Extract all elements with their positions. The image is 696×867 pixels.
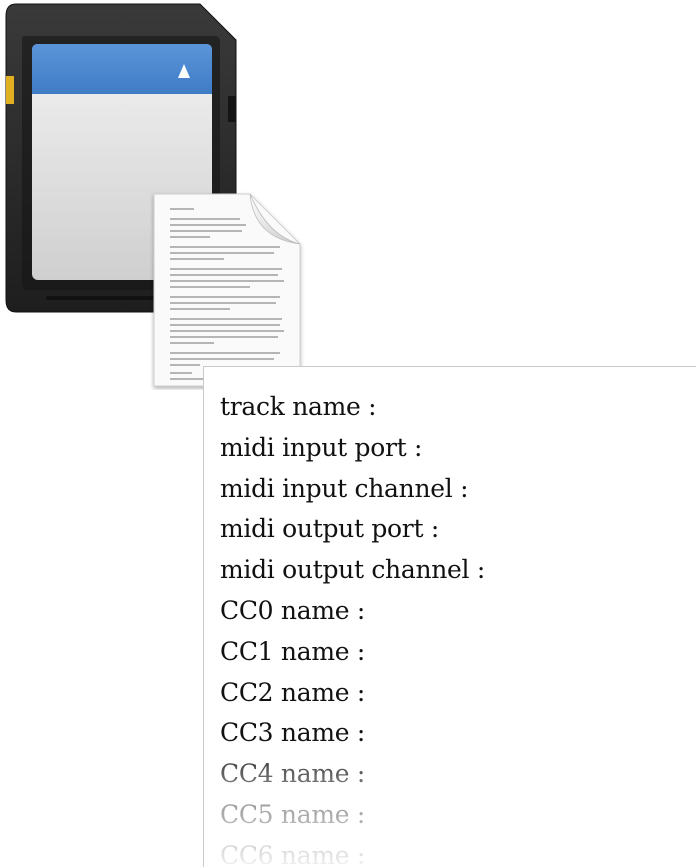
field-cc1-name: CC1 name :: [220, 636, 365, 666]
field-list: track name : midi input port : midi inpu…: [204, 367, 696, 867]
field-midi-input-channel: midi input channel :: [220, 473, 469, 503]
field-midi-output-channel: midi output channel :: [220, 555, 486, 585]
field-cc6-name: CC6 name :: [220, 840, 365, 867]
stage: track name : midi input port : midi inpu…: [0, 0, 696, 867]
field-track-name: track name :: [220, 392, 377, 421]
field-cc5-name: CC5 name :: [220, 799, 365, 829]
field-midi-output-port: midi output port :: [220, 514, 439, 544]
field-cc0-name: CC0 name :: [220, 595, 365, 625]
field-cc3-name: CC3 name :: [220, 718, 365, 748]
text-document-icon: [153, 193, 301, 387]
field-cc2-name: CC2 name :: [220, 677, 365, 707]
field-midi-input-port: midi input port :: [220, 432, 423, 462]
field-cc4-name: CC4 name :: [220, 759, 365, 789]
track-config-panel: track name : midi input port : midi inpu…: [203, 366, 696, 867]
